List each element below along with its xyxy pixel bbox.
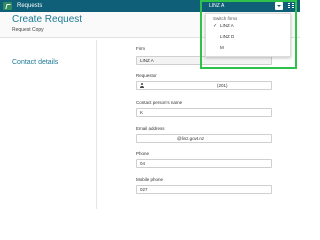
requestor-label: Requestor: [136, 73, 157, 78]
app-logo-icon[interactable]: [3, 2, 12, 10]
email-value: @linz.govt.nz: [177, 136, 205, 141]
requestor-value: (201): [217, 83, 228, 88]
mobile-label: Mobile phone: [136, 177, 164, 182]
highlight-box: [200, 0, 297, 69]
requestor-field[interactable]: (201): [136, 81, 272, 90]
mobile-phone-field[interactable]: 027: [136, 185, 272, 194]
firm-label: Firm: [136, 46, 145, 51]
person-icon: [139, 83, 144, 89]
page-subtitle: Request Copy: [12, 27, 44, 33]
email-label: Email address: [136, 126, 165, 131]
phone-field[interactable]: 04: [136, 159, 272, 168]
app-title: Requests: [17, 3, 43, 9]
phone-label: Phone: [136, 151, 150, 156]
contact-label: Contact person's name: [136, 100, 183, 105]
email-field[interactable]: @linz.govt.nz: [136, 134, 272, 143]
contact-name-field[interactable]: K: [136, 108, 272, 117]
section-title: Contact details: [12, 59, 59, 66]
page-title: Create Request: [12, 14, 83, 25]
